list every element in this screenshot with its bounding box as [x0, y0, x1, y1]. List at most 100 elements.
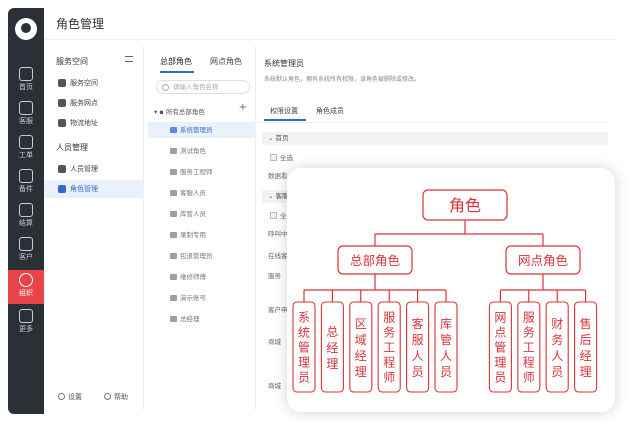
- rail-item-parts[interactable]: 备件: [8, 166, 44, 200]
- sidebar-item-roles[interactable]: 角色管理: [44, 180, 144, 198]
- leaf-node-label: 工: [383, 341, 395, 355]
- sidebar-item-logistics[interactable]: 物流地址: [44, 114, 144, 132]
- role-hierarchy-card: 角色 总部角色系统管理员总经理区域经理服务工程师客服人员库管人员网点角色网点管理员…: [287, 168, 615, 412]
- tab-role-members[interactable]: 角色成员: [316, 106, 344, 116]
- leaf-node-label: 服: [383, 311, 395, 325]
- leaf-node-label: 经: [580, 349, 592, 363]
- leaf-node-label: 服: [412, 333, 424, 347]
- user-avatar[interactable]: [15, 18, 37, 40]
- sidebar-group-title: 人员管理: [56, 143, 88, 152]
- collapse-menu-icon[interactable]: [125, 56, 133, 62]
- folder-icon: [170, 316, 177, 322]
- rail-item-more[interactable]: 更多: [8, 306, 44, 340]
- permission-row: 呼叫中: [268, 230, 288, 238]
- leaf-node-label: 总: [326, 325, 338, 339]
- cube-icon: [58, 79, 66, 87]
- sidebar-item-service-outlets[interactable]: 服务网点: [44, 94, 144, 112]
- branch-node-label: 总部角色: [350, 253, 401, 268]
- leaf-node-label: 人: [551, 349, 563, 363]
- divider: [256, 122, 608, 123]
- leaf-node-label: 区: [355, 317, 367, 331]
- role-search-input[interactable]: 请输入角色名称: [156, 80, 250, 94]
- leaf-node-label: 管: [494, 340, 506, 355]
- leaf-node-label: 人: [440, 349, 452, 363]
- folder-icon: [170, 127, 177, 133]
- tree-node[interactable]: 包退管理员: [148, 248, 256, 264]
- active-tab-indicator: [264, 119, 306, 121]
- tree-root[interactable]: ▾ ▪ 所有总部角色: [154, 106, 205, 116]
- permission-row: 商城: [268, 382, 281, 390]
- leaf-node-label: 点: [494, 326, 506, 340]
- rail-item-organization[interactable]: 组织: [8, 270, 44, 304]
- role-tree-panel: 总部角色 网点角色 请输入角色名称 ▾ ▪ 所有总部角色 + 系统管理员 测试角…: [148, 46, 256, 410]
- user-role-icon: [58, 185, 66, 193]
- tab-permissions[interactable]: 权限设置: [270, 106, 298, 116]
- sidebar-item-staff[interactable]: 人员管理: [44, 160, 144, 178]
- leaf-node-label: 员: [440, 365, 452, 379]
- permission-row: 商城: [268, 338, 281, 346]
- tree-node[interactable]: 演示账号: [148, 290, 256, 306]
- rail-item-settlement[interactable]: 结算: [8, 200, 44, 234]
- help-link[interactable]: 帮助: [104, 392, 128, 402]
- select-all-checkbox[interactable]: 全选: [270, 152, 293, 162]
- leaf-node-label: 财: [551, 317, 563, 331]
- role-description: 系统默认角色，拥有系统所有权限，该角色被删除或修改。: [264, 76, 421, 83]
- users-icon: [58, 165, 66, 173]
- sidebar-item-service-space[interactable]: 服务空间: [44, 74, 144, 92]
- rail-item-home[interactable]: 首页: [8, 64, 44, 98]
- checkbox-icon: [270, 212, 277, 219]
- settings-link[interactable]: 设置: [58, 392, 82, 402]
- tab-outlet-roles[interactable]: 网点角色: [210, 56, 242, 67]
- leaf-node-label: 员: [494, 371, 506, 385]
- leaf-node-label: 理: [326, 357, 338, 371]
- folder-icon: [170, 232, 177, 238]
- leaf-node-label: 理: [580, 365, 592, 379]
- leaf-node-label: 经: [326, 341, 338, 355]
- tree-node[interactable]: 总经理: [148, 311, 256, 327]
- tab-hq-roles[interactable]: 总部角色: [160, 56, 192, 67]
- leaf-node-label: 务: [383, 325, 395, 340]
- rail-item-workorder[interactable]: 工单: [8, 132, 44, 166]
- role-title: 系统管理员: [264, 59, 304, 68]
- tree-node[interactable]: 库管人员: [148, 206, 256, 222]
- home-icon: [19, 67, 33, 81]
- leaf-node-label: 经: [355, 349, 367, 363]
- tree-node[interactable]: 录制专用: [148, 227, 256, 243]
- tree-node[interactable]: 客服人员: [148, 185, 256, 201]
- grid-icon: [19, 309, 33, 323]
- leaf-node-label: 客: [412, 316, 424, 331]
- permission-row: 服务: [268, 272, 281, 280]
- rail-item-customer[interactable]: 客户: [8, 234, 44, 268]
- headset-icon: [19, 101, 33, 115]
- role-hierarchy-diagram: 角色总部角色系统管理员总经理区域经理服务工程师客服人员库管人员网点角色网点管理员…: [292, 189, 598, 393]
- root-node-label: 角色: [449, 196, 481, 215]
- leaf-node-label: 库: [440, 316, 452, 331]
- permission-section-header[interactable]: ⌄ 首页: [262, 132, 608, 145]
- leaf-node-label: 售: [580, 316, 592, 331]
- tree-node[interactable]: 系统管理员: [148, 122, 256, 138]
- invoice-icon: [19, 203, 33, 217]
- folder-icon: [170, 211, 177, 217]
- leaf-node-label: 网: [494, 311, 506, 325]
- tree-node[interactable]: 服务工程师: [148, 164, 256, 180]
- user-list-icon: [19, 237, 33, 251]
- select-all-checkbox[interactable]: 全: [270, 210, 287, 220]
- gear-icon: [58, 393, 65, 400]
- leaf-node-label: 务: [551, 332, 563, 347]
- checkbox-icon: [270, 154, 277, 161]
- sub-sidebar: 服务空间 服务空间 服务网点 物流地址 人员管理 人员管理 角色管理 设置 帮助: [44, 46, 144, 410]
- help-icon: [104, 393, 111, 400]
- leaf-node-label: 理: [355, 365, 367, 379]
- leaf-node-label: 统: [298, 326, 310, 340]
- leaf-node-label: 理: [298, 356, 310, 370]
- rail-item-service[interactable]: 客服: [8, 98, 44, 132]
- add-role-button[interactable]: +: [239, 102, 247, 113]
- tree-node[interactable]: 维修师傅: [148, 269, 256, 285]
- folder-icon: [170, 169, 177, 175]
- tree-node[interactable]: 测试角色: [148, 143, 256, 159]
- active-tab-indicator: [160, 71, 194, 73]
- leaf-node-label: 师: [383, 371, 395, 385]
- organization-icon: [19, 273, 33, 287]
- truck-icon: [58, 119, 66, 127]
- leaf-node-label: 员: [551, 365, 563, 379]
